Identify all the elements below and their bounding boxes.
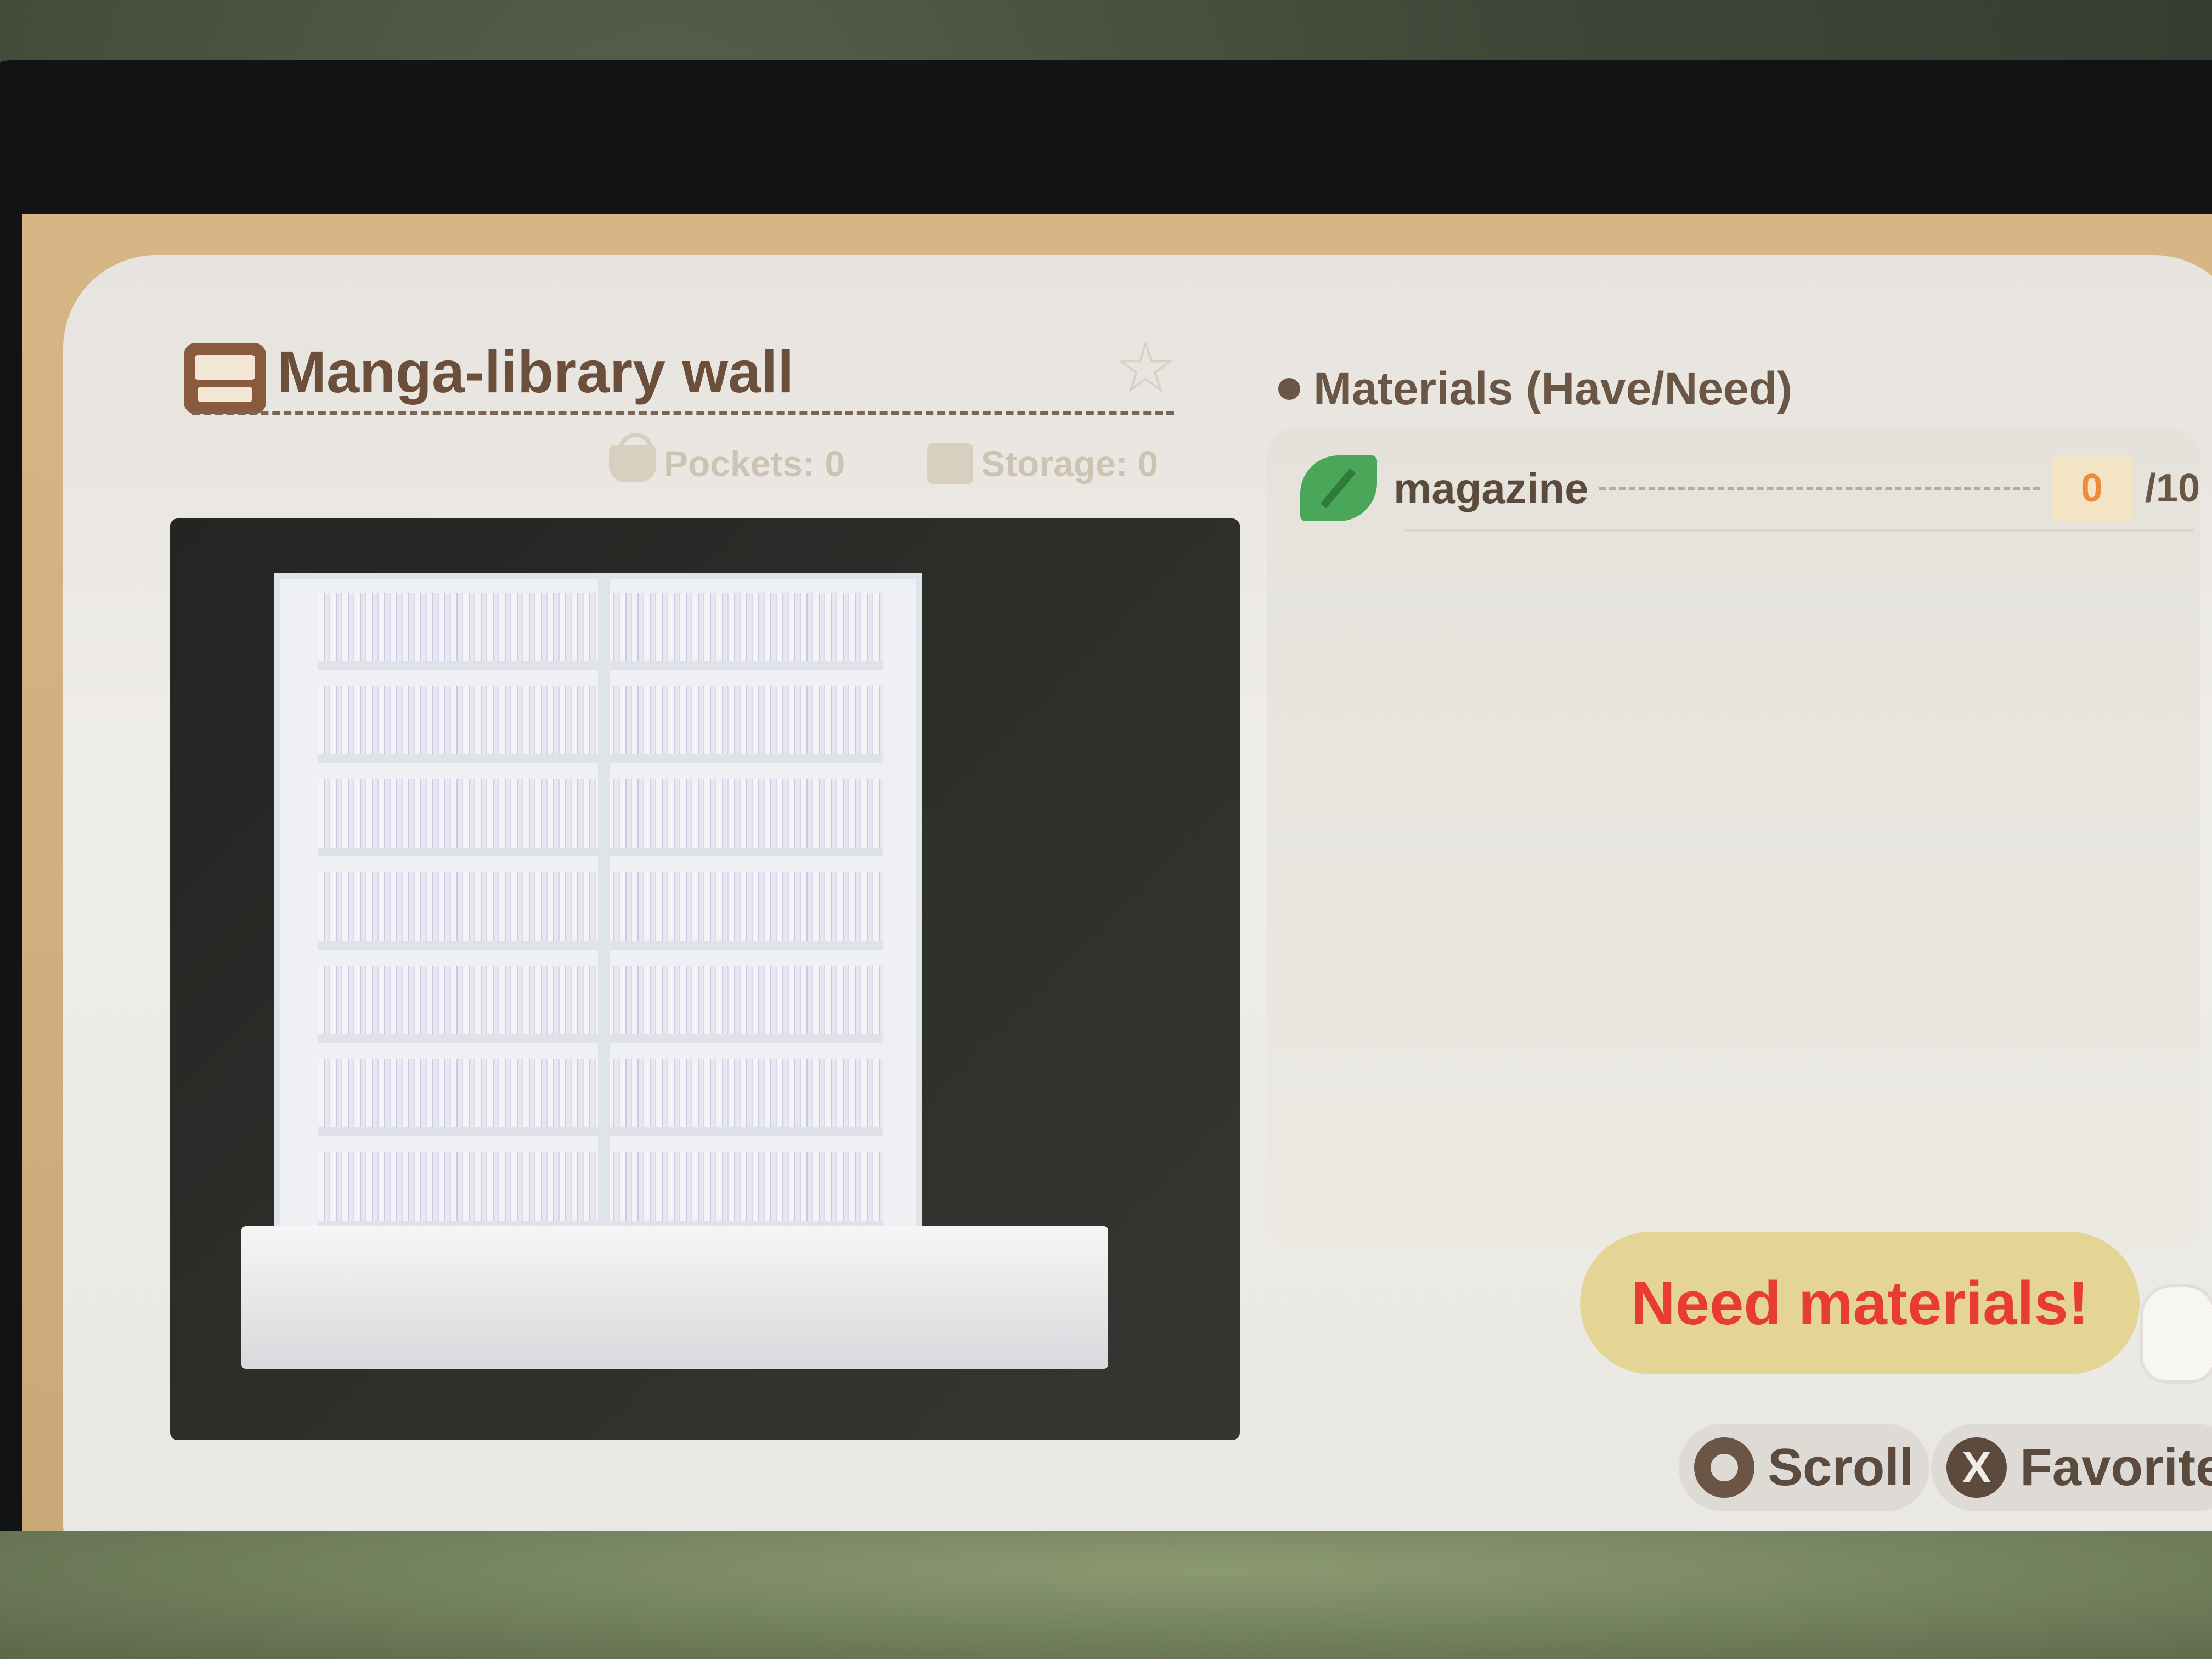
blanket-foreground bbox=[0, 1531, 2212, 1659]
storage-label: Storage: 0 bbox=[981, 443, 1158, 484]
favorite-label: Favorite bbox=[2020, 1438, 2212, 1497]
bookshelf-image bbox=[274, 573, 922, 1325]
favorite-hint[interactable]: X Favorite bbox=[1931, 1424, 2212, 1511]
bullet-icon bbox=[1278, 377, 1300, 400]
need-count: /10 bbox=[2145, 466, 2200, 510]
left-stick-icon bbox=[1694, 1437, 1754, 1498]
pockets-count: Pockets: 0 bbox=[609, 433, 845, 488]
item-preview bbox=[170, 518, 1240, 1440]
shelf-divider bbox=[598, 579, 610, 1319]
item-title: Manga-library wall bbox=[277, 338, 794, 405]
have-count: 0 bbox=[2050, 455, 2133, 521]
photo-background: Manga-library wall ☆ Pockets: 0 Storage:… bbox=[0, 0, 2212, 1659]
materials-header-label: Materials (Have/Need) bbox=[1313, 363, 1793, 414]
star-icon[interactable]: ☆ bbox=[1114, 332, 1185, 403]
list-item: magazine 0 /10 bbox=[1300, 447, 2200, 529]
material-name: magazine bbox=[1393, 464, 1589, 512]
pointer-hand-icon bbox=[2140, 1284, 2212, 1384]
material-row-divider bbox=[1404, 529, 2194, 532]
storage-box-icon bbox=[927, 443, 973, 484]
storage-count: Storage: 0 bbox=[927, 439, 1158, 488]
bookshelf-base bbox=[241, 1226, 1108, 1369]
materials-header: Materials (Have/Need) bbox=[1278, 362, 1792, 415]
leaf-icon bbox=[1300, 455, 1377, 521]
materials-list bbox=[1267, 428, 2200, 1251]
scroll-hint[interactable]: Scroll bbox=[1679, 1424, 1929, 1511]
need-materials-button[interactable]: Need materials! bbox=[1580, 1232, 2140, 1374]
x-button-icon: X bbox=[1946, 1437, 2007, 1498]
title-divider bbox=[192, 411, 1174, 415]
pockets-label: Pockets: 0 bbox=[664, 443, 845, 484]
material-dashes bbox=[1599, 487, 2040, 490]
diy-recipe-icon bbox=[184, 343, 266, 414]
scroll-label: Scroll bbox=[1768, 1438, 1914, 1497]
bag-icon bbox=[609, 433, 656, 482]
